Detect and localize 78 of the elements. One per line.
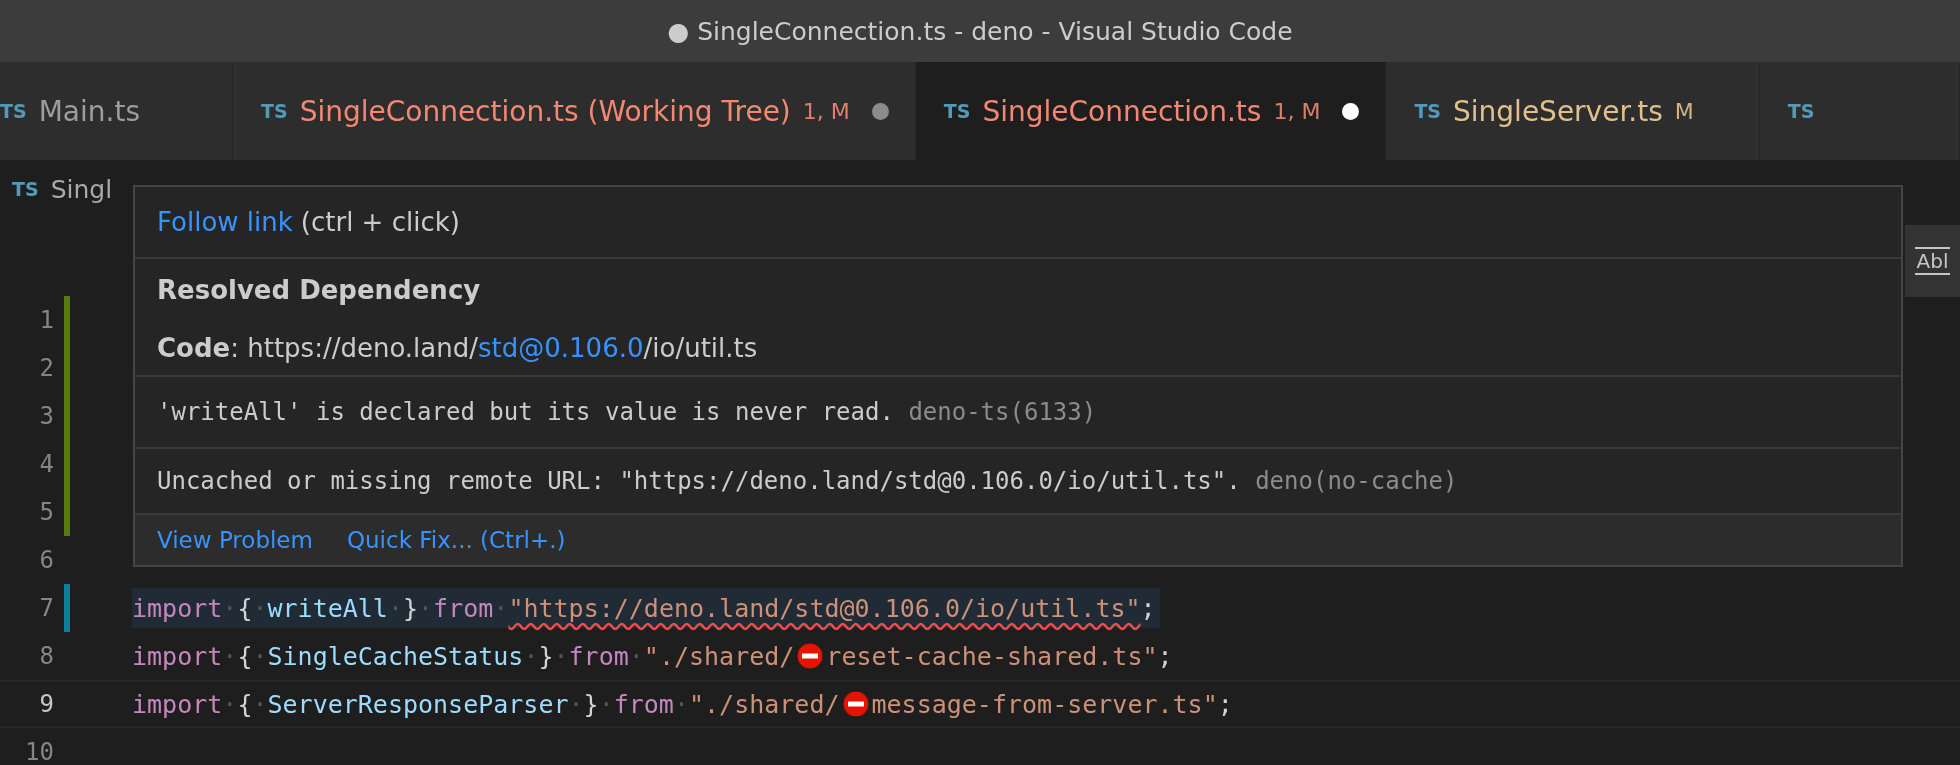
whitespace-dot: ·	[252, 689, 268, 719]
line-number: 9	[38, 690, 54, 718]
error-icon	[841, 690, 870, 718]
keyword: from	[613, 689, 674, 719]
whitespace-dot: ·	[553, 641, 569, 671]
match-whole-word-toggle[interactable]: Abl	[1914, 247, 1951, 275]
string-literal: reset-cache-shared.ts"	[826, 641, 1158, 671]
version-link[interactable]: std@0.106.0	[478, 333, 644, 363]
identifier: ServerResponseParser	[267, 689, 569, 719]
punctuation: {	[237, 641, 253, 671]
keyword: import	[132, 593, 223, 623]
line-number: 6	[38, 546, 54, 574]
keyword: from	[568, 641, 629, 671]
line-number: 5	[38, 498, 54, 526]
tab-status-label: M	[1674, 98, 1694, 124]
identifier: SingleCacheStatus	[267, 641, 524, 671]
editor-tab[interactable]: TS SingleConnection.ts 1, M	[915, 62, 1387, 160]
breadcrumb-item[interactable]: Singl	[50, 174, 113, 204]
keyword: import	[132, 641, 223, 671]
punctuation: }	[538, 641, 554, 671]
whitespace-dot: ·	[222, 593, 238, 623]
whitespace-dot: ·	[252, 641, 268, 671]
error-icon	[796, 642, 825, 670]
hover-action-link[interactable]: View Problem	[157, 527, 313, 553]
editor-tab[interactable]: TS Main.ts	[0, 62, 233, 160]
punctuation: {	[237, 593, 253, 623]
code-url: : https://deno.land/	[230, 333, 478, 363]
whitespace-dot: ·	[222, 689, 238, 719]
editor-tab[interactable]: TS	[1759, 62, 1960, 160]
line-number: 1	[38, 306, 54, 334]
punctuation: ;	[1140, 593, 1156, 623]
tab-status-label: 1, M	[1273, 98, 1321, 124]
line-number: 3	[38, 402, 54, 430]
line-number: 10	[24, 738, 54, 765]
whitespace-dot: ·	[673, 689, 689, 719]
hover-action-link[interactable]: Quick Fix... (Ctrl+.)	[346, 527, 566, 553]
keyword: from	[433, 593, 494, 623]
tab-status-label: 1, M	[802, 98, 850, 124]
typescript-file-icon: TS	[12, 178, 39, 200]
code-label: Code	[157, 333, 231, 363]
editor-tab[interactable]: TS SingleServer.ts M	[1386, 62, 1760, 160]
whitespace-dot: ·	[387, 593, 403, 623]
punctuation: {	[237, 689, 253, 719]
string-literal: message-from-server.ts"	[871, 689, 1218, 719]
typescript-file-icon: TS	[943, 100, 971, 122]
punctuation: ;	[1217, 689, 1233, 719]
punctuation: }	[583, 689, 599, 719]
line-number: 8	[38, 642, 54, 670]
string-literal: "./shared/	[643, 641, 795, 671]
diagnostic-message: 'writeAll' is declared but its value is never read. deno-ts(6133)	[157, 398, 1097, 426]
whitespace-dot: ·	[523, 641, 539, 671]
whitespace-dot: ·	[222, 641, 238, 671]
window-title: ● SingleConnection.ts - deno - Visual Studio Code	[667, 16, 1293, 46]
typescript-file-icon: TS	[0, 100, 27, 122]
whitespace-dot: ·	[598, 689, 614, 719]
typescript-file-icon: TS	[1414, 100, 1442, 122]
diagnostic-message: Uncached or missing remote URL: "https://deno.land/std@0.106.0/io/util.ts". deno(no-cache)	[157, 467, 1458, 495]
line-number: 4	[38, 450, 54, 478]
punctuation: ;	[1157, 641, 1173, 671]
keyword: import	[132, 689, 223, 719]
editor-tab[interactable]: TS SingleConnection.ts (Working Tree) 1, M	[232, 62, 916, 160]
code-url: /io/util.ts	[643, 333, 758, 363]
typescript-file-icon: TS	[1787, 100, 1815, 122]
typescript-file-icon: TS	[260, 100, 288, 122]
error-squiggle-text: "https://deno.land/std@0.106.0/io/util.ts"	[508, 593, 1141, 623]
punctuation: }	[403, 593, 419, 623]
identifier: writeAll	[267, 593, 388, 623]
whitespace-dot: ·	[252, 593, 268, 623]
whitespace-dot: ·	[568, 689, 584, 719]
link-hint: (ctrl + click)	[300, 207, 460, 237]
whitespace-dot: ·	[628, 641, 644, 671]
string-literal: "./shared/	[689, 689, 840, 719]
line-number: 7	[38, 594, 54, 622]
whitespace-dot: ·	[418, 593, 434, 623]
line-number: 2	[38, 354, 54, 382]
hover-heading: Resolved Dependency	[157, 275, 481, 305]
follow-link[interactable]: Follow link	[157, 207, 293, 237]
whitespace-dot: ·	[493, 593, 509, 623]
